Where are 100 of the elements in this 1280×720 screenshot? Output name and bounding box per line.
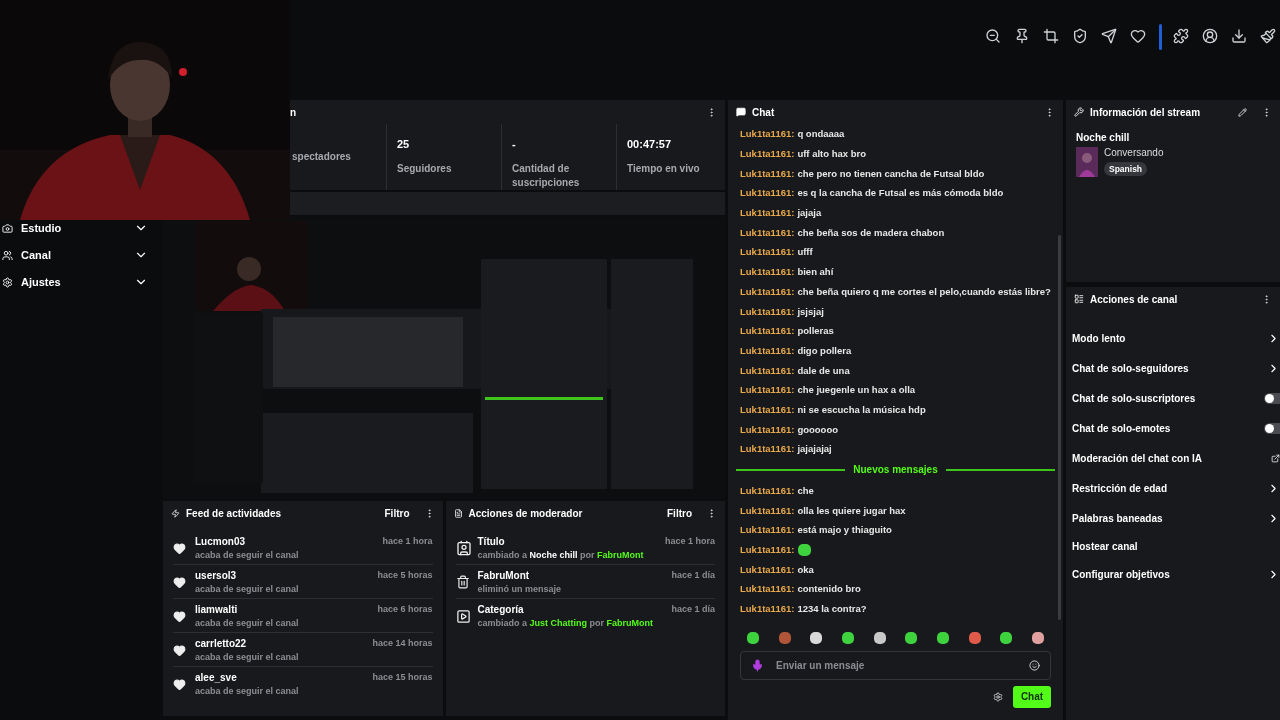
stream-title: Noche chill: [1076, 132, 1131, 143]
emote-icon[interactable]: [746, 630, 760, 645]
settings-icon[interactable]: [993, 691, 1003, 702]
chat-message: Luk1ta1161: jsjsjaj: [740, 304, 825, 319]
chat-message: Luk1ta1161: 1234 la contra?: [740, 602, 868, 617]
message-field[interactable]: Enviar un mensaje: [740, 650, 1051, 680]
chat-message: Luk1ta1161: goooooo: [740, 422, 840, 437]
send-icon[interactable]: [1101, 28, 1119, 46]
timestamp: hace 1 día: [671, 570, 715, 581]
chat-message: Luk1ta1161: ni se escucha la música hdp: [740, 402, 927, 417]
sidebar-item[interactable]: Estudio: [0, 218, 160, 238]
user-icon[interactable]: [1202, 28, 1220, 46]
sidebar-item[interactable]: Canal: [0, 245, 160, 265]
follower-name: alee_sve: [195, 672, 238, 683]
chat-message: Luk1ta1161: che juegenle un hax a olla: [740, 383, 917, 398]
channel-action[interactable]: Chat de solo-emotes: [1072, 422, 1171, 434]
emote-icon[interactable]: [840, 630, 855, 645]
timestamp: hace 6 horas: [377, 604, 433, 615]
follower-name: usersol3: [195, 570, 238, 581]
timestamp: hace 1 día: [671, 604, 715, 615]
heart-icon: [173, 677, 186, 691]
panel-title: Feed de actividades: [186, 507, 283, 519]
action-title: Categoría: [477, 604, 525, 615]
activity-text: acaba de seguir el canal: [195, 618, 300, 628]
chat-bubble-icon: [736, 107, 746, 117]
chat-message: Luk1ta1161: che pero no tienen cancha de Futsal bldo: [740, 166, 986, 181]
action-title: FabruMont: [477, 570, 531, 581]
toggle-switch[interactable]: [1264, 392, 1280, 404]
chat-message: Luk1ta1161: jajajajaj: [740, 442, 833, 457]
message-input[interactable]: Enviar un mensaje: [774, 658, 1019, 672]
activity-text: acaba de seguir el canal: [195, 584, 300, 594]
users-icon: [2, 249, 13, 261]
stat-label: spectadores: [292, 150, 352, 164]
chat-message: Luk1ta1161: uff alto hax bro: [740, 147, 868, 162]
channel-action[interactable]: Chat de solo-seguidores: [1072, 362, 1189, 374]
channel-action[interactable]: Modo lento: [1072, 332, 1126, 344]
emote-icon[interactable]: [999, 630, 1014, 645]
emote-icon[interactable]: [1030, 630, 1045, 645]
stat-value: 00:47:57: [627, 138, 673, 150]
edit-icon[interactable]: [1238, 107, 1247, 117]
document-icon: [453, 508, 463, 518]
filter-button[interactable]: Filtro: [376, 507, 418, 519]
sidebar-item[interactable]: Ajustes: [0, 272, 160, 292]
filter-button[interactable]: Filtro: [659, 507, 700, 519]
smiley-icon[interactable]: [1029, 659, 1040, 671]
new-messages-divider: Nuevos mensajes: [853, 464, 938, 476]
puzzle-icon[interactable]: [1173, 28, 1191, 46]
chat-message: Luk1ta1161: che beña sos de madera chabon: [740, 225, 946, 240]
emote-icon[interactable]: [935, 630, 950, 645]
stat-value: -: [512, 138, 517, 150]
stat-label: Cantidad de suscripciones: [512, 162, 581, 190]
chat-message: Luk1ta1161: che beña quiero q me cortes el pelo,cuando estás libre?: [740, 284, 1051, 299]
heart-icon[interactable]: [1130, 28, 1148, 46]
channel-action[interactable]: Hostear canal: [1072, 540, 1138, 552]
chat-message: Luk1ta1161: q ondaaaa: [740, 127, 846, 142]
gear-icon: [2, 276, 13, 288]
bolt-icon: [171, 508, 180, 518]
toggle-switch[interactable]: [1264, 422, 1280, 434]
chat-message: Luk1ta1161: bien ahí: [740, 265, 835, 280]
follower-name: Lucmon03: [195, 536, 246, 547]
chat-message: Luk1ta1161: es q la cancha de Futsal es más cómoda bldo: [740, 186, 1005, 201]
crop-icon[interactable]: [1043, 28, 1061, 46]
emote-icon[interactable]: [904, 630, 919, 645]
emote-icon: [797, 542, 813, 557]
channel-action[interactable]: Palabras baneadas: [1072, 512, 1163, 524]
timestamp: hace 14 horas: [372, 638, 433, 649]
timestamp: hace 5 horas: [377, 570, 433, 581]
heart-icon: [173, 643, 186, 657]
wrench-icon: [1074, 107, 1084, 117]
brush-icon[interactable]: [1260, 28, 1278, 46]
follower-name: carrletto22: [195, 638, 248, 649]
action-title: Título: [477, 536, 506, 547]
stat-label: Tiempo en vivo: [627, 162, 701, 176]
language-tag: Spanish: [1104, 162, 1148, 176]
channel-action[interactable]: Restricción de edad: [1072, 482, 1168, 494]
trash-icon: [455, 575, 470, 589]
list-icon: [1074, 294, 1084, 304]
download-icon[interactable]: [1231, 28, 1249, 46]
chat-message: Luk1ta1161: che: [740, 484, 815, 499]
chat-message: Luk1ta1161: olla les quiere jugar hax: [740, 503, 907, 518]
send-button[interactable]: Chat: [1013, 685, 1051, 708]
heart-icon: [173, 541, 186, 555]
activity-text: acaba de seguir el canal: [195, 686, 300, 696]
external-link-icon[interactable]: [1271, 453, 1280, 463]
channel-action[interactable]: Moderación del chat con IA: [1072, 452, 1203, 464]
channel-action[interactable]: Chat de solo-suscriptores: [1072, 392, 1196, 404]
chat-message: Luk1ta1161: está majo y thiaguito: [740, 523, 893, 538]
chat-message: Luk1ta1161: polleras: [740, 324, 835, 339]
chat-message: Luk1ta1161: contenido bro: [740, 582, 862, 597]
follower-name: liamwalti: [195, 604, 239, 615]
timestamp: hace 15 horas: [372, 672, 433, 683]
contact-card-icon: [455, 540, 472, 556]
emote-icon[interactable]: [872, 630, 887, 645]
chat-message: Luk1ta1161: ufff: [740, 245, 814, 260]
panel-title: Chat: [752, 106, 776, 118]
microphone-icon[interactable]: [751, 658, 764, 672]
action-text: cambiado a Noche chill por FabruMont: [477, 550, 645, 560]
emote-icon[interactable]: [809, 630, 824, 645]
timestamp: hace 1 hora: [664, 536, 715, 547]
channel-action[interactable]: Configurar objetivos: [1072, 568, 1170, 580]
